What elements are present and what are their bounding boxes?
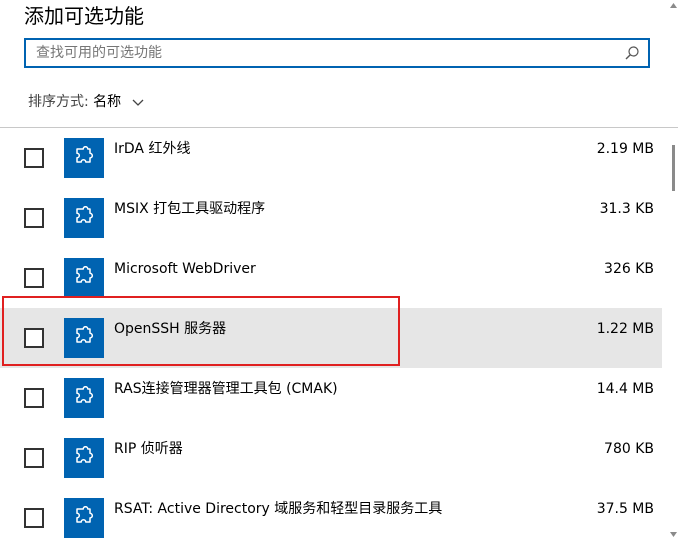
feature-size: 31.3 KB: [599, 201, 654, 217]
puzzle-piece-icon: [64, 378, 104, 418]
feature-size: 326 KB: [604, 261, 654, 277]
scroll-down-arrow-icon[interactable]: [669, 530, 678, 538]
feature-name: IrDA 红外线: [114, 141, 191, 157]
feature-row[interactable]: IrDA 红外线 2.19 MB: [0, 128, 662, 188]
scrollbar-thumb[interactable]: [672, 145, 675, 191]
feature-row[interactable]: Microsoft WebDriver 326 KB: [0, 248, 662, 308]
feature-row[interactable]: MSIX 打包工具驱动程序 31.3 KB: [0, 188, 662, 248]
sort-label: 排序方式:: [28, 94, 89, 110]
feature-checkbox[interactable]: [24, 148, 44, 168]
sort-control[interactable]: 排序方式: 名称: [28, 92, 144, 112]
puzzle-piece-icon: [64, 498, 104, 538]
page-title: 添加可选功能: [24, 4, 144, 28]
search-input[interactable]: [36, 40, 616, 66]
puzzle-piece-icon: [64, 258, 104, 298]
scroll-up-arrow-icon[interactable]: [669, 2, 678, 10]
feature-name: MSIX 打包工具驱动程序: [114, 201, 266, 217]
puzzle-piece-icon: [64, 198, 104, 238]
feature-row[interactable]: RIP 侦听器 780 KB: [0, 428, 662, 488]
feature-checkbox[interactable]: [24, 388, 44, 408]
search-icon[interactable]: [624, 45, 640, 61]
feature-name: Microsoft WebDriver: [114, 261, 256, 277]
feature-row[interactable]: RAS连接管理器管理工具包 (CMAK) 14.4 MB: [0, 368, 662, 428]
feature-size: 2.19 MB: [596, 141, 654, 157]
search-box[interactable]: [24, 38, 650, 68]
feature-checkbox[interactable]: [24, 328, 44, 348]
puzzle-piece-icon: [64, 318, 104, 358]
feature-checkbox[interactable]: [24, 448, 44, 468]
feature-checkbox[interactable]: [24, 508, 44, 528]
feature-name: OpenSSH 服务器: [114, 321, 227, 337]
feature-checkbox[interactable]: [24, 268, 44, 288]
puzzle-piece-icon: [64, 438, 104, 478]
feature-name: RAS连接管理器管理工具包 (CMAK): [114, 381, 338, 397]
feature-row[interactable]: RSAT: Active Directory 域服务和轻型目录服务工具 37.5 …: [0, 488, 662, 548]
feature-size: 37.5 MB: [596, 501, 654, 517]
puzzle-piece-icon: [64, 138, 104, 178]
sort-value[interactable]: 名称: [93, 94, 121, 110]
feature-size: 1.22 MB: [596, 321, 654, 337]
feature-name: RIP 侦听器: [114, 441, 183, 457]
feature-size: 14.4 MB: [596, 381, 654, 397]
feature-name: RSAT: Active Directory 域服务和轻型目录服务工具: [114, 501, 443, 517]
chevron-down-icon[interactable]: [132, 96, 144, 108]
feature-row[interactable]: OpenSSH 服务器 1.22 MB: [0, 308, 662, 368]
feature-size: 780 KB: [604, 441, 654, 457]
feature-checkbox[interactable]: [24, 208, 44, 228]
